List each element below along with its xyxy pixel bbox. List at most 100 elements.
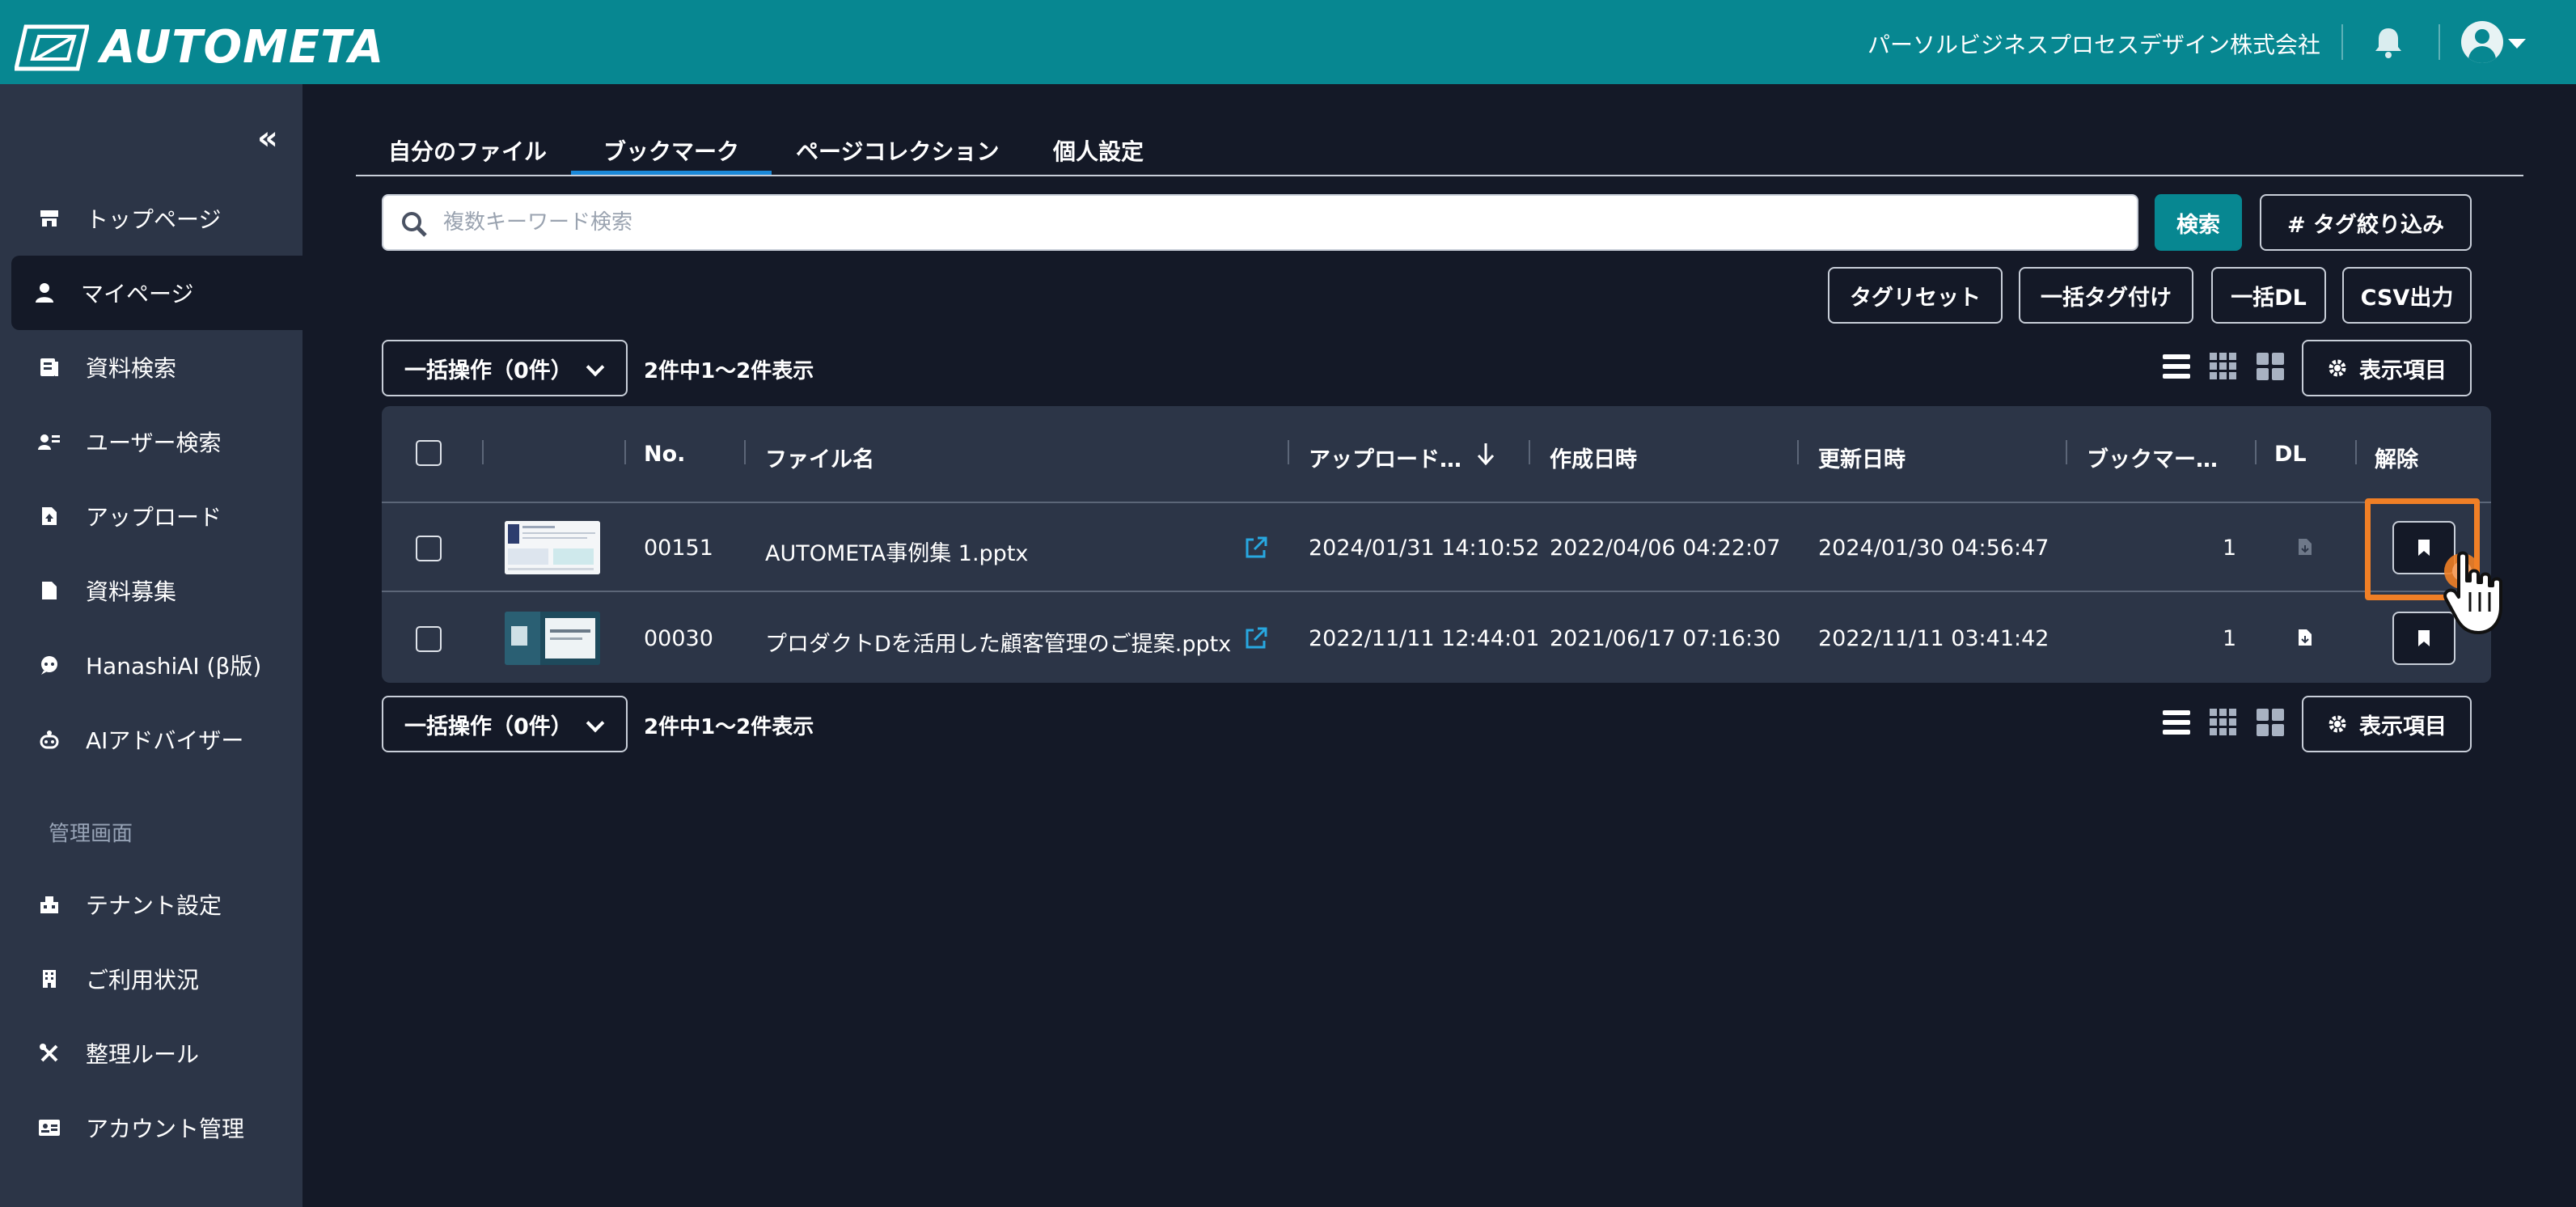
list-view-icon[interactable] <box>2161 351 2192 382</box>
sidebar-item-tenant-settings[interactable]: テナント設定 <box>11 867 302 942</box>
external-link-icon[interactable] <box>1244 626 1268 650</box>
result-count-bottom: 2件中1〜2件表示 <box>644 715 814 739</box>
display-items-button[interactable]: 表示項目 <box>2302 340 2472 396</box>
row-filename[interactable]: プロダクトDを活用した顧客管理のご提案.pptx <box>765 626 1231 658</box>
grid-large-view-icon[interactable] <box>2255 707 2286 738</box>
column-divider <box>1529 440 1530 464</box>
download-icon[interactable] <box>2297 628 2313 647</box>
caret-down-icon[interactable] <box>2508 39 2526 49</box>
header-filename[interactable]: ファイル名 <box>765 442 874 473</box>
sidebar-item-user-search[interactable]: ユーザー検索 <box>11 404 302 479</box>
sidebar-item-top[interactable]: トップページ <box>11 181 302 256</box>
row-uploaded: 2022/11/11 12:44:01 <box>1309 626 1540 651</box>
sidebar: « トップページ マイページ 資料検索 ユーザー検索 アップロード 資料募集 H… <box>0 84 302 1207</box>
bulk-download-button[interactable]: 一括DL <box>2211 267 2326 324</box>
sidebar-item-label: ご利用状況 <box>86 967 200 993</box>
bell-icon[interactable] <box>2371 24 2406 60</box>
gear-icon <box>2329 359 2346 377</box>
admin-section-label: 管理画面 <box>49 822 133 846</box>
external-link-icon[interactable] <box>1244 536 1268 560</box>
logo-mark-icon <box>15 24 89 70</box>
column-divider <box>744 440 746 464</box>
grid-small-view-icon[interactable] <box>2208 707 2239 738</box>
sidebar-item-account[interactable]: アカウント管理 <box>11 1091 302 1165</box>
column-divider <box>2355 440 2357 464</box>
header-bookmarks[interactable]: ブックマー… <box>2087 442 2218 473</box>
header-no[interactable]: No. <box>644 442 685 467</box>
display-items-button-bottom[interactable]: 表示項目 <box>2302 696 2472 752</box>
grid-small-view-icon[interactable] <box>2208 351 2239 382</box>
column-divider <box>482 440 484 464</box>
search-button[interactable]: 検索 <box>2155 194 2242 251</box>
row-uploaded: 2024/01/31 14:10:52 <box>1309 536 1540 561</box>
collapse-sidebar-icon[interactable]: « <box>257 120 278 157</box>
sidebar-item-document-search[interactable]: 資料検索 <box>11 330 302 404</box>
autometa-logo[interactable]: AUTOMETA <box>15 21 384 74</box>
gear-icon <box>2329 715 2346 733</box>
sidebar-item-mypage[interactable]: マイページ <box>11 256 302 330</box>
grid-large-view-icon[interactable] <box>2255 351 2286 382</box>
row-no: 00030 <box>644 626 713 651</box>
sort-arrow-down-icon[interactable] <box>1475 442 1496 466</box>
column-divider <box>2255 440 2257 464</box>
row-updated: 2024/01/30 04:56:47 <box>1818 536 2049 561</box>
bulk-tag-button[interactable]: 一括タグ付け <box>2019 267 2193 324</box>
row-updated: 2022/11/11 03:41:42 <box>1818 626 2049 651</box>
view-mode-switcher <box>2161 351 2286 382</box>
sidebar-item-label: トップページ <box>86 206 222 233</box>
tab-page-collection[interactable]: ページコレクション <box>796 134 999 175</box>
select-all-checkbox[interactable] <box>416 440 442 466</box>
app-header: AUTOMETA パーソルビジネスプロセスデザイン株式会社 <box>0 0 2576 84</box>
sidebar-item-label: AIアドバイザー <box>86 727 244 754</box>
sidebar-item-label: アカウント管理 <box>86 1116 245 1142</box>
bulk-operation-select[interactable]: 一括操作（0件） <box>382 340 628 396</box>
file-upload-icon <box>37 504 61 528</box>
header-uploaded[interactable]: アップロード… <box>1309 442 1461 473</box>
file-thumbnail[interactable] <box>505 521 600 574</box>
list-view-icon[interactable] <box>2161 707 2192 738</box>
sidebar-item-upload[interactable]: アップロード <box>11 479 302 553</box>
view-mode-switcher-bottom <box>2161 707 2286 738</box>
search-input[interactable] <box>443 202 2126 243</box>
sidebar-item-usage[interactable]: ご利用状況 <box>11 942 302 1016</box>
tag-reset-button[interactable]: タグリセット <box>1828 267 2003 324</box>
header-updated[interactable]: 更新日時 <box>1818 442 1906 473</box>
file-icon <box>37 578 61 603</box>
search-icon <box>402 212 427 237</box>
user-avatar[interactable] <box>2461 21 2503 63</box>
user-search-icon <box>37 430 61 454</box>
sidebar-item-label: 資料検索 <box>86 355 177 382</box>
bulk-operation-select-bottom[interactable]: 一括操作（0件） <box>382 696 628 752</box>
bulk-operation-label: 一括操作（0件） <box>404 358 573 383</box>
sidebar-item-hanashiai[interactable]: HanashiAI (β版) <box>11 628 302 702</box>
tenant-icon <box>37 892 61 917</box>
sidebar-item-rules[interactable]: 整理ルール <box>11 1016 302 1091</box>
tag-filter-button[interactable]: # タグ絞り込み <box>2260 194 2472 251</box>
tab-my-files[interactable]: 自分のファイル <box>388 134 547 175</box>
csv-export-button[interactable]: CSV出力 <box>2342 267 2472 324</box>
row-divider <box>382 591 2491 592</box>
search-box <box>382 194 2138 251</box>
store-icon <box>37 206 61 231</box>
row-created: 2022/04/06 04:22:07 <box>1550 536 1781 561</box>
row-filename[interactable]: AUTOMETA事例集 1.pptx <box>765 536 1028 567</box>
display-items-label: 表示項目 <box>2359 358 2447 383</box>
row-checkbox[interactable] <box>416 536 442 561</box>
column-divider <box>1797 440 1799 464</box>
sidebar-item-ai-advisor[interactable]: AIアドバイザー <box>11 702 302 777</box>
tools-icon <box>37 1041 61 1065</box>
tab-bar: 自分のファイル ブックマーク ページコレクション 個人設定 <box>356 129 2523 176</box>
sidebar-item-recruit[interactable]: 資料募集 <box>11 553 302 628</box>
tab-personal-settings[interactable]: 個人設定 <box>1053 134 1144 175</box>
display-items-label: 表示項目 <box>2359 714 2447 739</box>
sidebar-item-label: 資料募集 <box>86 578 177 605</box>
row-checkbox[interactable] <box>416 626 442 652</box>
id-card-icon <box>37 1116 61 1140</box>
row-divider <box>382 502 2491 503</box>
tab-bookmarks[interactable]: ブックマーク <box>571 134 772 175</box>
file-thumbnail[interactable] <box>505 612 600 665</box>
header-created[interactable]: 作成日時 <box>1550 442 1637 473</box>
chevron-down-icon <box>586 358 605 377</box>
bookmark-icon <box>2418 630 2430 646</box>
hand-pointer-icon <box>2443 551 2502 634</box>
